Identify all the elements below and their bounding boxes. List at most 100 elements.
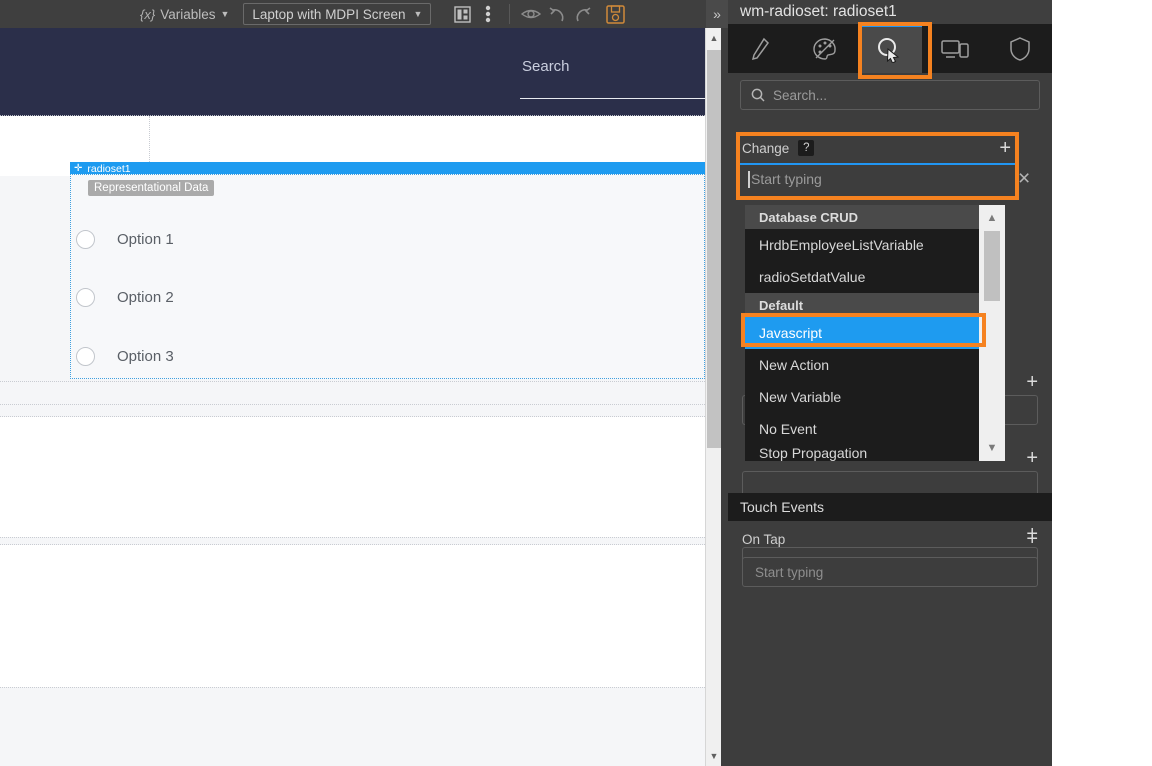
- representational-data-badge: Representational Data: [88, 180, 214, 196]
- on-tap-input[interactable]: Start typing: [742, 557, 1038, 587]
- radio-circle-icon[interactable]: [76, 347, 95, 366]
- expand-panel-button[interactable]: »: [706, 0, 728, 28]
- dropdown-scroll-up[interactable]: ▲: [979, 205, 1005, 231]
- search-underline: [520, 98, 705, 99]
- save-floppy-icon: [606, 5, 625, 24]
- change-event-label-wrap: Change ?: [742, 140, 814, 156]
- dropdown-item[interactable]: radioSetdatValue: [745, 261, 1005, 293]
- dropdown-item[interactable]: No Event: [745, 413, 1005, 445]
- add-event-icon[interactable]: +: [1026, 448, 1038, 468]
- tab-properties[interactable]: [728, 24, 793, 73]
- band-divider-1: [0, 381, 705, 382]
- more-options-button[interactable]: [475, 2, 501, 26]
- content-band-2: [0, 417, 705, 537]
- radio-option-label: Option 2: [117, 289, 174, 306]
- change-event-head: Change ? +: [740, 136, 1015, 160]
- page-search-field[interactable]: Search: [520, 58, 705, 99]
- top-toolbar: {x} Variables ▼ Laptop with MDPI Screen …: [0, 0, 728, 28]
- save-button[interactable]: [602, 2, 628, 26]
- palette-icon: [812, 37, 838, 61]
- on-tap-add-button[interactable]: +: [1026, 529, 1038, 549]
- radio-option-3[interactable]: Option 3: [76, 347, 174, 366]
- triangle-up-icon: ▲: [710, 33, 719, 43]
- panel-title: wm-radioset: radioset1: [728, 0, 1052, 24]
- add-event-icon[interactable]: +: [1026, 372, 1038, 392]
- page-body: ✛ radioset1 Representational Data Option…: [0, 116, 705, 766]
- page-search-label: Search: [520, 58, 705, 75]
- search-icon: [751, 88, 765, 102]
- design-canvas[interactable]: Search ✛ radioset1 Representational Data…: [0, 28, 705, 766]
- variables-label: Variables: [160, 7, 215, 22]
- triangle-down-icon: ▼: [987, 442, 998, 454]
- change-event-label: Change: [742, 141, 789, 156]
- dropdown-item[interactable]: New Action: [745, 349, 1005, 381]
- chevron-double-right-icon: »: [713, 6, 721, 22]
- radio-option-2[interactable]: Option 2: [76, 288, 174, 307]
- cursor-click-icon: [876, 37, 904, 63]
- layout-grid-icon: [454, 6, 471, 23]
- touch-events-body: On Tap + Start typing: [728, 521, 1052, 611]
- panel-search-placeholder: Search...: [773, 88, 827, 103]
- tab-styles[interactable]: [793, 24, 858, 73]
- radio-option-1[interactable]: Option 1: [76, 230, 174, 249]
- canvas-scrollbar[interactable]: ▲ ▼: [705, 28, 721, 766]
- toolbar-divider: [509, 4, 510, 24]
- panel-search-bar: Search...: [728, 73, 1052, 117]
- radio-option-label: Option 3: [117, 348, 174, 365]
- triangle-up-icon: ▲: [987, 212, 998, 224]
- inspector-tabs: [728, 24, 1052, 73]
- touch-events-header: Touch Events: [728, 493, 1052, 521]
- panel-right-margin: [1052, 0, 1152, 766]
- redo-arrow-icon: [573, 5, 593, 23]
- dropdown-scrollbar-thumb[interactable]: [984, 231, 1000, 301]
- undo-button[interactable]: [544, 2, 570, 26]
- panel-search-input[interactable]: Search...: [740, 80, 1040, 110]
- pencil-icon: [749, 36, 771, 62]
- dropdown-group-header: Database CRUD: [745, 205, 1005, 229]
- on-tap-label: On Tap: [742, 532, 785, 547]
- band-divider-6: [0, 687, 705, 688]
- dropdown-item[interactable]: Stop Propagation: [745, 445, 1005, 461]
- eye-icon: [521, 7, 541, 21]
- braces-x-icon: {x}: [140, 7, 155, 22]
- change-event-input[interactable]: Start typing: [740, 163, 1015, 193]
- scroll-up-button[interactable]: ▲: [706, 28, 722, 48]
- dropdown-item[interactable]: HrdbEmployeeListVariable: [745, 229, 1005, 261]
- close-event-button[interactable]: ×: [1018, 167, 1030, 191]
- tab-devices[interactable]: [922, 24, 987, 73]
- canvas-scrollbar-thumb[interactable]: [707, 50, 721, 448]
- text-caret: [748, 171, 750, 188]
- device-selector[interactable]: Laptop with MDPI Screen ▼: [243, 3, 431, 25]
- redo-button[interactable]: [570, 2, 596, 26]
- band-divider-2: [0, 404, 705, 405]
- devices-icon: [941, 38, 969, 60]
- add-change-event-button[interactable]: +: [999, 138, 1011, 158]
- dropdown-item[interactable]: New Variable: [745, 381, 1005, 413]
- change-event-placeholder: Start typing: [751, 171, 822, 187]
- radio-circle-icon[interactable]: [76, 288, 95, 307]
- chevron-down-icon: ▼: [413, 9, 422, 19]
- dropdown-scroll-down[interactable]: ▼: [979, 435, 1005, 461]
- radio-circle-icon[interactable]: [76, 230, 95, 249]
- tab-security[interactable]: [987, 24, 1052, 73]
- kebab-menu-icon: [485, 5, 491, 23]
- device-selector-label: Laptop with MDPI Screen: [252, 7, 405, 22]
- variables-menu[interactable]: {x} Variables ▼: [0, 0, 235, 28]
- tab-events[interactable]: [858, 24, 923, 73]
- move-cross-icon[interactable]: ✛: [74, 164, 82, 174]
- layout-grid-button[interactable]: [449, 2, 475, 26]
- dropdown-scrollbar[interactable]: ▲ ▼: [979, 205, 1005, 461]
- dropdown-item-javascript[interactable]: Javascript: [745, 317, 1005, 349]
- shield-icon: [1010, 37, 1030, 61]
- help-icon[interactable]: ?: [798, 140, 814, 156]
- radio-option-label: Option 1: [117, 231, 174, 248]
- event-action-dropdown[interactable]: Database CRUD HrdbEmployeeListVariable r…: [745, 205, 1005, 461]
- band-divider-4: [0, 537, 705, 538]
- page-nav-header: Search: [0, 28, 705, 116]
- dropdown-group-header: Default: [745, 293, 1005, 317]
- triangle-down-icon: ▼: [710, 751, 719, 761]
- on-tap-head: On Tap +: [742, 521, 1038, 557]
- undo-arrow-icon: [547, 5, 567, 23]
- scroll-down-button[interactable]: ▼: [706, 746, 722, 766]
- preview-button[interactable]: [518, 2, 544, 26]
